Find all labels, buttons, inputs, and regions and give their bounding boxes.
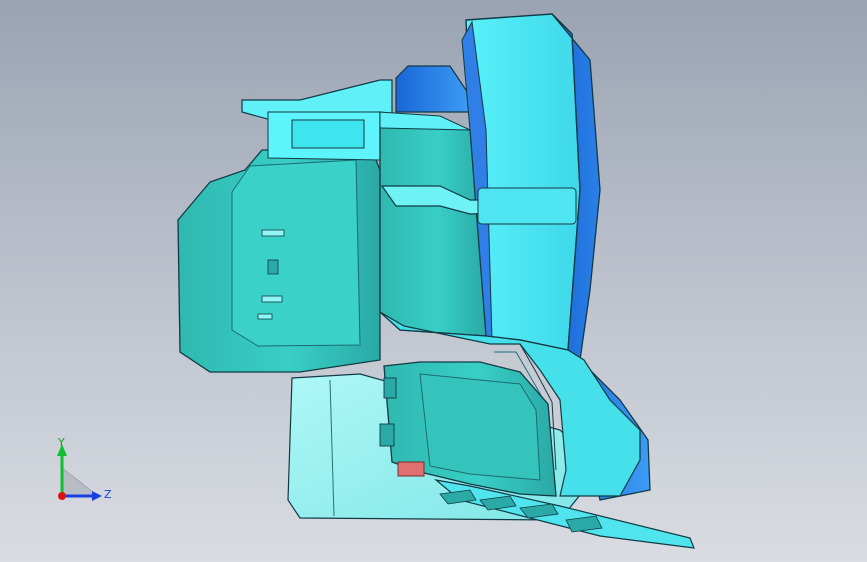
left-housing-recess [231,159,361,347]
middle-housing [379,111,487,337]
clip-tab-1 [379,423,395,447]
clip-tab-2 [383,377,397,399]
y-axis-label: Y [57,436,65,449]
pin-lower [261,295,283,303]
view-orientation-triad[interactable]: Y Z [40,432,130,512]
3d-part-model[interactable] [0,0,867,562]
upper-blue-block [395,65,471,113]
pin-bottom [257,313,273,320]
red-marker [397,461,425,477]
z-axis-arrow [92,491,102,501]
pin-upper [261,229,285,237]
cad-viewport[interactable]: Y Z [0,0,867,562]
left-slot-frame [291,119,365,149]
lower-front-block-face [419,373,541,481]
tab-mount [477,187,577,225]
triad-origin [58,492,66,500]
pin-mid [267,259,279,275]
z-axis-label: Z [104,488,112,501]
middle-housing-top [379,111,471,131]
